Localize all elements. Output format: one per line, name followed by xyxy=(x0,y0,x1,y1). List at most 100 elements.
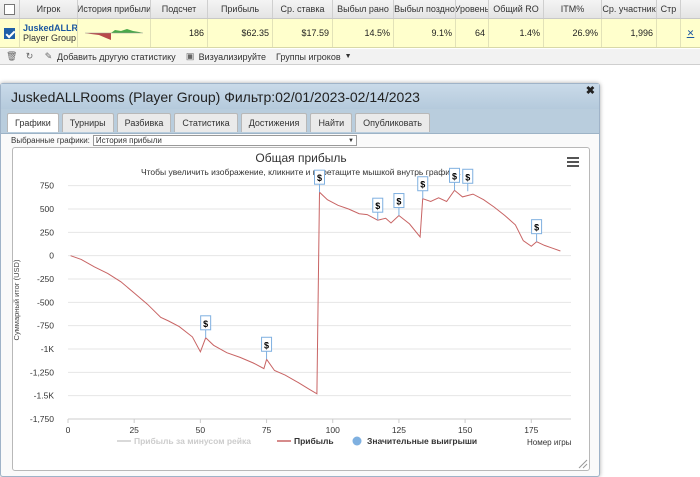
y-tick-label: -750 xyxy=(37,321,54,331)
profit-history-sparkline xyxy=(78,19,151,47)
cell-profit: $62.35 xyxy=(208,19,273,47)
col-header-count[interactable]: Подсчет xyxy=(151,0,208,18)
refresh-icon[interactable]: ↻ xyxy=(25,52,34,61)
cell-itm: 26.9% xyxy=(544,19,602,47)
row-close-icon[interactable]: ✕ xyxy=(681,19,700,47)
cell-count: 186 xyxy=(151,19,208,47)
chevron-down-icon: ▼ xyxy=(347,137,354,144)
profit-series-line xyxy=(70,189,561,395)
col-header-itm[interactable]: ITM% xyxy=(544,0,602,18)
y-tick-label: -1,250 xyxy=(30,367,54,377)
menu-icon[interactable] xyxy=(567,157,579,167)
big-win-flag-label: $ xyxy=(317,173,322,183)
tab-find[interactable]: Найти xyxy=(310,113,353,132)
tab-breakdown[interactable]: Разбивка xyxy=(116,113,172,132)
x-tick-label: 50 xyxy=(196,425,206,435)
col-header-level[interactable]: Уровень xyxy=(456,0,489,18)
tab-achievements[interactable]: Достижения xyxy=(240,113,308,132)
trash-icon[interactable]: 🗑 xyxy=(6,52,17,61)
x-tick-label: 0 xyxy=(66,425,71,435)
resize-grip-icon xyxy=(578,459,588,469)
legend-swatch-big-wins xyxy=(352,436,362,446)
grid-toolbar: 🗑 ↻ ✎ Добавить другую статистику ▣ Визуа… xyxy=(0,49,700,65)
x-tick-label: 150 xyxy=(458,425,472,435)
player-name[interactable]: JuskedALLRooms xyxy=(23,23,77,33)
y-tick-label: 250 xyxy=(40,227,54,237)
legend-profit: Прибыль xyxy=(294,436,334,446)
x-tick-label: 75 xyxy=(262,425,272,435)
col-header-avg-entrants[interactable]: Ср. участник xyxy=(602,0,657,18)
tab-charts[interactable]: Графики xyxy=(7,113,59,132)
chart-select-value: История прибыли xyxy=(95,136,162,145)
visualize-button[interactable]: ▣ Визуализируйте xyxy=(186,52,266,62)
chart-title: Общая прибыль xyxy=(255,151,346,165)
cell-avg-entrants: 1,996 xyxy=(602,19,657,47)
col-header-avg-stake[interactable]: Ср. ставка xyxy=(273,0,333,18)
legend-rake: Прибыль за минусом рейка xyxy=(134,436,251,446)
big-win-flag-label: $ xyxy=(375,201,380,211)
big-win-flag-label: $ xyxy=(420,180,425,190)
col-header-profit-history[interactable]: История прибыли xyxy=(78,0,151,18)
image-icon: ▣ xyxy=(185,51,195,61)
close-icon[interactable]: ✖ xyxy=(586,84,595,97)
big-win-flag-label: $ xyxy=(452,171,457,181)
tab-tournaments[interactable]: Турниры xyxy=(61,113,114,132)
grid-header: Игрок История прибыли Подсчет Прибыль Ср… xyxy=(0,0,700,19)
edit-icon: ✎ xyxy=(44,51,53,61)
col-header-profit[interactable]: Прибыль xyxy=(208,0,273,18)
dialog-tabs: Графики Турниры Разбивка Статистика Дост… xyxy=(1,109,599,134)
col-header-roi[interactable]: Общий RO xyxy=(489,0,544,18)
cell-page xyxy=(657,19,681,47)
chevron-down-icon: ▼ xyxy=(344,53,352,60)
add-stats-button[interactable]: ✎ Добавить другую статистику xyxy=(44,52,176,62)
legend-big-wins: Значительные выигрыши xyxy=(367,436,477,446)
y-tick-label: 750 xyxy=(40,181,54,191)
cell-avg-stake: $17.59 xyxy=(273,19,333,47)
big-win-flag-label: $ xyxy=(465,172,470,182)
y-axis-label: Суммарный итог (USD) xyxy=(13,259,21,340)
select-all-checkbox[interactable] xyxy=(0,0,20,18)
x-tick-label: 25 xyxy=(129,425,139,435)
x-tick-label: 100 xyxy=(326,425,340,435)
visualize-label: Визуализируйте xyxy=(198,51,266,62)
cell-level: 64 xyxy=(456,19,489,47)
chart-select[interactable]: История прибыли ▼ xyxy=(92,135,357,146)
col-header-early-out[interactable]: Выбыл рано xyxy=(333,0,394,18)
profit-chart[interactable]: Общая прибыль Чтобы увеличить изображение… xyxy=(12,148,589,470)
chart-select-label: Выбранные графики: xyxy=(11,136,90,145)
big-win-flag-label: $ xyxy=(534,223,539,233)
cell-roi: 1.4% xyxy=(489,19,544,47)
tab-publish[interactable]: Опубликовать xyxy=(355,113,430,132)
col-header-spacer xyxy=(681,0,700,18)
y-tick-label: -1K xyxy=(41,344,55,354)
col-header-page[interactable]: Стр xyxy=(657,0,681,18)
cell-early-out: 14.5% xyxy=(333,19,394,47)
col-header-player[interactable]: Игрок xyxy=(20,0,78,18)
player-dialog: JuskedALLRooms (Player Group) Фильтр:02/… xyxy=(0,83,600,477)
x-tick-label: 175 xyxy=(524,425,538,435)
x-axis-label: Номер игры xyxy=(527,438,572,447)
y-tick-label: -1.5K xyxy=(34,391,55,401)
y-tick-label: 500 xyxy=(40,204,54,214)
y-tick-label: -1,750 xyxy=(30,414,54,424)
table-row[interactable]: JuskedALLRooms Player Group 186 $62.35 $… xyxy=(0,19,700,48)
chart-select-row: Выбранные графики: История прибыли ▼ xyxy=(11,135,357,146)
player-groups-dropdown[interactable]: Группы игроков ▼ xyxy=(276,52,352,62)
big-win-flag-label: $ xyxy=(203,319,208,329)
col-header-late-out[interactable]: Выбыл поздно xyxy=(394,0,456,18)
add-stats-label: Добавить другую статистику xyxy=(57,51,176,62)
big-win-flag-label: $ xyxy=(264,340,269,350)
chart-panel[interactable]: Общая прибыль Чтобы увеличить изображение… xyxy=(12,147,590,471)
cell-late-out: 9.1% xyxy=(394,19,456,47)
stats-grid: Игрок История прибыли Подсчет Прибыль Ср… xyxy=(0,0,700,48)
player-groups-label: Группы игроков xyxy=(276,51,341,62)
y-tick-label: 0 xyxy=(49,251,54,261)
y-tick-label: -500 xyxy=(37,297,54,307)
y-tick-label: -250 xyxy=(37,274,54,284)
dialog-title: JuskedALLRooms (Player Group) Фильтр:02/… xyxy=(1,84,599,109)
row-checkbox[interactable] xyxy=(0,19,20,47)
player-group: Player Group xyxy=(23,33,77,43)
chart-subtitle: Чтобы увеличить изображение, кликните и … xyxy=(141,167,461,177)
big-win-flag-label: $ xyxy=(396,197,401,207)
tab-statistics[interactable]: Статистика xyxy=(174,113,238,132)
